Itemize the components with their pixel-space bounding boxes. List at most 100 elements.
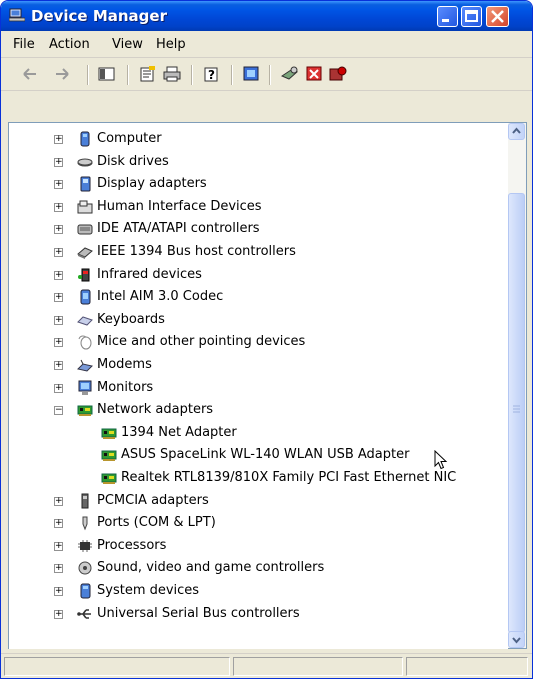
toolbar-separator <box>127 65 129 85</box>
expand-icon[interactable]: + <box>54 225 63 235</box>
tree-node[interactable]: + Display adapters <box>9 174 504 194</box>
tree-node-label: Keyboards <box>97 311 165 327</box>
properties-icon[interactable] <box>139 66 157 82</box>
collapse-icon[interactable]: − <box>54 406 63 416</box>
scan-hardware-icon[interactable] <box>281 66 299 82</box>
tree-node[interactable]: + Keyboards <box>9 310 504 330</box>
tree-node-label: Human Interface Devices <box>97 198 262 214</box>
tree-node[interactable]: + Mice and other pointing devices <box>9 332 504 352</box>
menu-view[interactable]: View <box>112 37 143 52</box>
tree-node-label: Infrared devices <box>97 266 202 282</box>
ieee1394-icon <box>77 247 93 259</box>
tree-node-label: IEEE 1394 Bus host controllers <box>97 244 296 259</box>
tree-node-label: Network adapters <box>97 402 214 418</box>
expand-icon[interactable]: + <box>54 496 63 506</box>
scroll-thumb[interactable] <box>508 193 525 633</box>
scroll-down-button[interactable] <box>508 631 525 648</box>
expand-icon[interactable]: + <box>54 519 63 529</box>
mouse-pointer-icon <box>434 450 448 470</box>
status-pane <box>406 657 528 676</box>
tree-node-label: Ports (COM & LPT) <box>97 515 216 531</box>
pcmcia-icon <box>81 493 89 509</box>
window-title: Device Manager <box>31 7 167 25</box>
tree-node[interactable]: + Modems <box>9 355 504 375</box>
keyboard-icon <box>77 316 93 326</box>
menu-file[interactable]: File <box>13 37 35 52</box>
vertical-scrollbar[interactable] <box>508 123 526 648</box>
expand-icon[interactable]: + <box>54 270 63 280</box>
tree-node-label: Disk drives <box>97 153 169 169</box>
tree-node[interactable]: + Intel AIM 3.0 Codec <box>9 287 504 307</box>
tree-node-label: IDE ATA/ATAPI controllers <box>97 221 260 237</box>
computer-icon <box>80 131 90 147</box>
device-manager-icon <box>9 8 25 22</box>
sound-icon <box>78 561 92 575</box>
status-pane <box>233 657 403 676</box>
tree-child-node[interactable]: Realtek RTL8139/810X Family PCI Fast Eth… <box>9 468 504 488</box>
update-driver-icon[interactable] <box>243 66 261 82</box>
tree-child-node[interactable]: 1394 Net Adapter <box>9 423 504 443</box>
disable-icon[interactable] <box>329 66 347 82</box>
maximize-icon <box>465 10 478 22</box>
toolbar: ? <box>1 58 532 91</box>
maximize-button[interactable] <box>461 6 482 27</box>
modem-icon <box>77 359 93 372</box>
expand-icon[interactable]: + <box>54 587 63 596</box>
hid-icon <box>77 200 93 214</box>
tree-node[interactable]: + IEEE 1394 Bus host controllers <box>9 242 504 262</box>
help-icon[interactable]: ? <box>203 66 221 82</box>
show-hide-tree-icon[interactable] <box>98 66 116 82</box>
forward-icon[interactable] <box>53 66 71 82</box>
tree-node[interactable]: + Disk drives <box>9 152 504 172</box>
network-card-icon <box>101 450 117 462</box>
tree-node-label: Modems <box>97 357 152 372</box>
minimize-button[interactable] <box>437 6 458 27</box>
monitor-icon <box>78 380 92 395</box>
expand-icon[interactable]: + <box>54 361 63 370</box>
tree-node[interactable]: + Sound, video and game controllers <box>9 558 504 578</box>
title-bar[interactable]: Device Manager <box>1 1 532 31</box>
expand-icon[interactable]: + <box>54 135 63 144</box>
tree-node[interactable]: + IDE ATA/ATAPI controllers <box>9 219 504 239</box>
expand-icon[interactable]: + <box>54 541 63 551</box>
expand-icon[interactable]: + <box>54 609 63 619</box>
expand-icon[interactable]: + <box>54 180 63 190</box>
device-tree[interactable]: + Computer + Disk drives + Display adapters + H… <box>9 123 508 649</box>
tree-node[interactable]: + Computer <box>9 129 504 149</box>
minimize-icon <box>442 19 449 22</box>
tree-node[interactable]: + Infrared devices <box>9 265 504 285</box>
menu-help[interactable]: Help <box>156 37 186 52</box>
print-icon[interactable] <box>163 66 181 82</box>
tree-node[interactable]: + System devices <box>9 581 504 601</box>
tree-node[interactable]: + Ports (COM & LPT) <box>9 513 504 533</box>
uninstall-icon[interactable] <box>306 66 324 82</box>
expand-icon[interactable]: + <box>54 202 63 212</box>
menu-action[interactable]: Action <box>49 37 90 52</box>
tree-node[interactable]: + Human Interface Devices <box>9 197 504 217</box>
tree-node-label: Computer <box>97 131 162 146</box>
tree-node[interactable]: + Monitors <box>9 378 504 398</box>
disk-drive-icon <box>77 158 93 167</box>
close-button[interactable] <box>486 6 509 27</box>
tree-node[interactable]: + PCMCIA adapters <box>9 491 504 511</box>
expand-icon[interactable]: + <box>54 157 63 167</box>
tree-node[interactable]: + Processors <box>9 536 504 556</box>
expand-icon[interactable]: + <box>54 293 63 303</box>
tree-node-label: PCMCIA adapters <box>97 492 209 508</box>
back-icon[interactable] <box>21 66 39 82</box>
tree-node[interactable]: + Universal Serial Bus controllers <box>9 604 504 624</box>
tree-child-node[interactable]: ASUS SpaceLink WL-140 WLAN USB Adapter <box>9 445 504 465</box>
expand-icon[interactable]: + <box>54 564 63 574</box>
network-card-icon <box>101 428 117 439</box>
tree-node[interactable]: − Network adapters <box>9 400 504 420</box>
expand-icon[interactable]: + <box>54 248 63 257</box>
expand-icon[interactable]: + <box>54 383 63 393</box>
expand-icon[interactable]: + <box>54 338 63 348</box>
port-icon <box>82 516 88 531</box>
tree-node-label: Display adapters <box>97 176 207 192</box>
expand-icon[interactable]: + <box>54 315 63 325</box>
tree-node-label: ASUS SpaceLink WL-140 WLAN USB Adapter <box>121 447 410 463</box>
close-icon <box>491 10 504 23</box>
toolbar-separator <box>269 65 271 85</box>
scroll-up-button[interactable] <box>508 123 525 140</box>
